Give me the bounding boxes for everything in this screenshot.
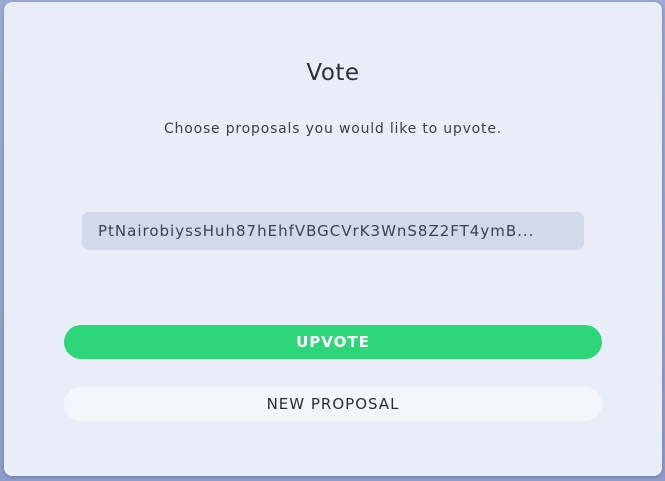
- vote-modal: Vote Choose proposals you would like to …: [4, 2, 662, 476]
- proposal-list: PtNairobiyssHuh87hEhfVBGCVrK3WnS8Z2FT4ym…: [82, 212, 584, 250]
- new-proposal-button[interactable]: NEW PROPOSAL: [64, 387, 602, 421]
- upvote-button[interactable]: UPVOTE: [64, 325, 602, 359]
- modal-title: Vote: [306, 60, 360, 86]
- modal-subtitle: Choose proposals you would like to upvot…: [163, 121, 502, 137]
- proposal-item[interactable]: PtNairobiyssHuh87hEhfVBGCVrK3WnS8Z2FT4ym…: [82, 212, 584, 250]
